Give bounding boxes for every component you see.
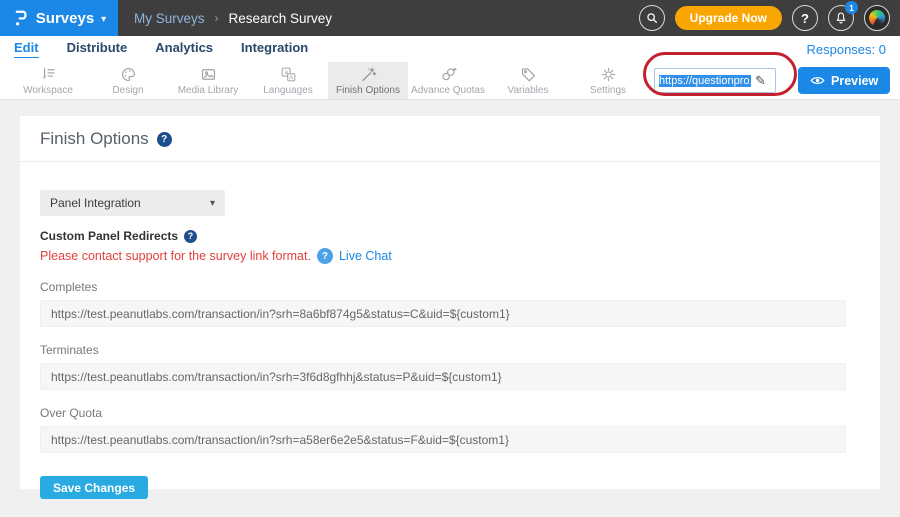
breadcrumb: My Surveys › Research Survey bbox=[134, 11, 332, 26]
help-button[interactable]: ? bbox=[792, 5, 818, 31]
toolbar-item-variables[interactable]: Variables bbox=[488, 62, 568, 99]
toolbar-item-advance-quotas[interactable]: Advance Quotas bbox=[408, 62, 488, 99]
notifications-button[interactable]: 1 bbox=[828, 5, 854, 31]
tab-integration[interactable]: Integration bbox=[241, 40, 308, 58]
main-nav: Edit Distribute Analytics Integration Re… bbox=[0, 36, 900, 62]
title-help-icon[interactable]: ? bbox=[157, 132, 172, 147]
redirect-field-completes: Completes https://test.peanutlabs.com/tr… bbox=[40, 280, 860, 327]
terminates-url-input[interactable]: https://test.peanutlabs.com/transaction/… bbox=[40, 363, 846, 390]
over-quota-url-input[interactable]: https://test.peanutlabs.com/transaction/… bbox=[40, 426, 846, 453]
redirect-field-terminates: Terminates https://test.peanutlabs.com/t… bbox=[40, 343, 860, 390]
toolbar-item-workspace[interactable]: Workspace bbox=[8, 62, 88, 99]
tab-analytics[interactable]: Analytics bbox=[155, 40, 213, 58]
edit-toolbar: Workspace Design Media Library bbox=[0, 62, 900, 100]
breadcrumb-current-survey: Research Survey bbox=[229, 11, 333, 26]
redirect-field-over-quota: Over Quota https://test.peanutlabs.com/t… bbox=[40, 406, 860, 453]
avatar[interactable] bbox=[864, 5, 890, 31]
breadcrumb-separator: › bbox=[215, 11, 219, 25]
search-icon bbox=[645, 11, 659, 25]
survey-url-group: https://questionpro.com/t/A ✎ bbox=[654, 62, 776, 99]
toolbar-item-design[interactable]: Design bbox=[88, 62, 168, 99]
toolbar-item-settings[interactable]: Settings bbox=[568, 62, 648, 99]
tab-distribute[interactable]: Distribute bbox=[67, 40, 128, 58]
responses-count[interactable]: Responses: 0 bbox=[807, 42, 887, 57]
toolbar-item-languages[interactable]: a A Languages bbox=[248, 62, 328, 99]
tab-edit[interactable]: Edit bbox=[14, 40, 39, 58]
edit-url-pencil-icon[interactable]: ✎ bbox=[755, 73, 766, 89]
dropdown-selected-value: Panel Integration bbox=[50, 196, 141, 210]
translate-icon: a A bbox=[279, 65, 298, 84]
toolbar-item-media-library[interactable]: Media Library bbox=[168, 62, 248, 99]
custom-panel-redirects-heading: Custom Panel Redirects bbox=[40, 229, 178, 243]
questionpro-logo-icon bbox=[12, 8, 29, 28]
chain-link-icon bbox=[439, 65, 458, 84]
eye-icon bbox=[810, 75, 825, 86]
field-label: Completes bbox=[40, 280, 846, 294]
search-button[interactable] bbox=[639, 5, 665, 31]
palette-icon bbox=[119, 65, 138, 84]
upgrade-now-button[interactable]: Upgrade Now bbox=[675, 6, 782, 30]
gear-icon bbox=[599, 65, 618, 84]
notification-badge: 1 bbox=[845, 1, 858, 14]
chevron-down-icon: ▾ bbox=[210, 198, 215, 209]
image-icon bbox=[199, 65, 218, 84]
brand-label: Surveys bbox=[36, 10, 94, 27]
support-warning-text: Please contact support for the survey li… bbox=[40, 249, 311, 263]
avatar-image bbox=[869, 10, 885, 26]
toolbar-item-finish-options[interactable]: Finish Options bbox=[328, 62, 408, 99]
field-label: Terminates bbox=[40, 343, 846, 357]
breadcrumb-my-surveys[interactable]: My Surveys bbox=[134, 11, 205, 26]
tag-icon bbox=[519, 65, 538, 84]
workspace-icon bbox=[39, 65, 58, 84]
bell-icon bbox=[834, 11, 848, 25]
magic-wand-icon bbox=[359, 65, 378, 84]
chevron-down-icon: ▾ bbox=[101, 14, 106, 25]
question-mark-icon: ? bbox=[801, 11, 809, 26]
survey-url-input[interactable]: https://questionpro.com/t/A ✎ bbox=[654, 68, 776, 93]
save-changes-button[interactable]: Save Changes bbox=[40, 476, 148, 499]
page-title: Finish Options bbox=[40, 129, 149, 149]
survey-url-value: https://questionpro.com/t/A bbox=[659, 75, 751, 87]
live-chat-icon[interactable]: ? bbox=[317, 248, 333, 264]
top-bar: Surveys ▾ My Surveys › Research Survey U… bbox=[0, 0, 900, 36]
finish-options-panel: Finish Options ? Panel Integration ▾ Cus… bbox=[20, 116, 880, 489]
preview-button[interactable]: Preview bbox=[798, 67, 890, 94]
finish-option-type-dropdown[interactable]: Panel Integration ▾ bbox=[40, 190, 225, 216]
topbar-actions: Upgrade Now ? 1 bbox=[639, 5, 900, 31]
live-chat-link[interactable]: Live Chat bbox=[339, 249, 392, 263]
field-label: Over Quota bbox=[40, 406, 846, 420]
svg-text:a: a bbox=[284, 69, 288, 76]
completes-url-input[interactable]: https://test.peanutlabs.com/transaction/… bbox=[40, 300, 846, 327]
section-help-icon[interactable]: ? bbox=[184, 230, 197, 243]
brand-menu[interactable]: Surveys ▾ bbox=[0, 0, 118, 36]
